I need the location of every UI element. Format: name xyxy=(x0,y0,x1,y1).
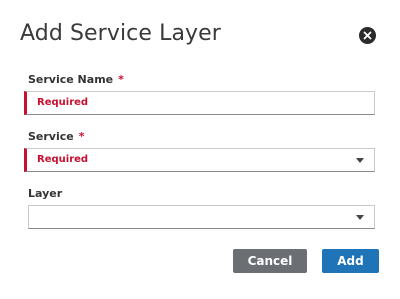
chevron-down-icon xyxy=(356,158,364,163)
add-button[interactable]: Add xyxy=(322,249,379,273)
service-name-input[interactable]: Required xyxy=(24,91,375,115)
service-label-text: Service xyxy=(28,130,74,143)
service-name-label: Service Name * xyxy=(28,73,124,86)
layer-label-text: Layer xyxy=(28,187,63,200)
required-marker: * xyxy=(118,73,124,86)
chevron-down-icon xyxy=(356,215,364,220)
service-name-label-text: Service Name xyxy=(28,73,114,86)
add-service-layer-dialog: Add Service Layer Service Name * Required… xyxy=(0,0,400,299)
required-marker: * xyxy=(78,130,85,143)
service-label: Service * xyxy=(28,130,85,143)
close-x-glyph xyxy=(363,31,372,40)
dialog-title: Add Service Layer xyxy=(20,21,221,46)
close-icon[interactable] xyxy=(359,27,376,44)
layer-select[interactable] xyxy=(28,205,375,229)
service-name-error-text: Required xyxy=(37,97,89,108)
cancel-button[interactable]: Cancel xyxy=(233,249,307,273)
service-error-text: Required xyxy=(37,154,89,165)
layer-label: Layer xyxy=(28,187,62,200)
service-select[interactable]: Required xyxy=(24,148,375,172)
